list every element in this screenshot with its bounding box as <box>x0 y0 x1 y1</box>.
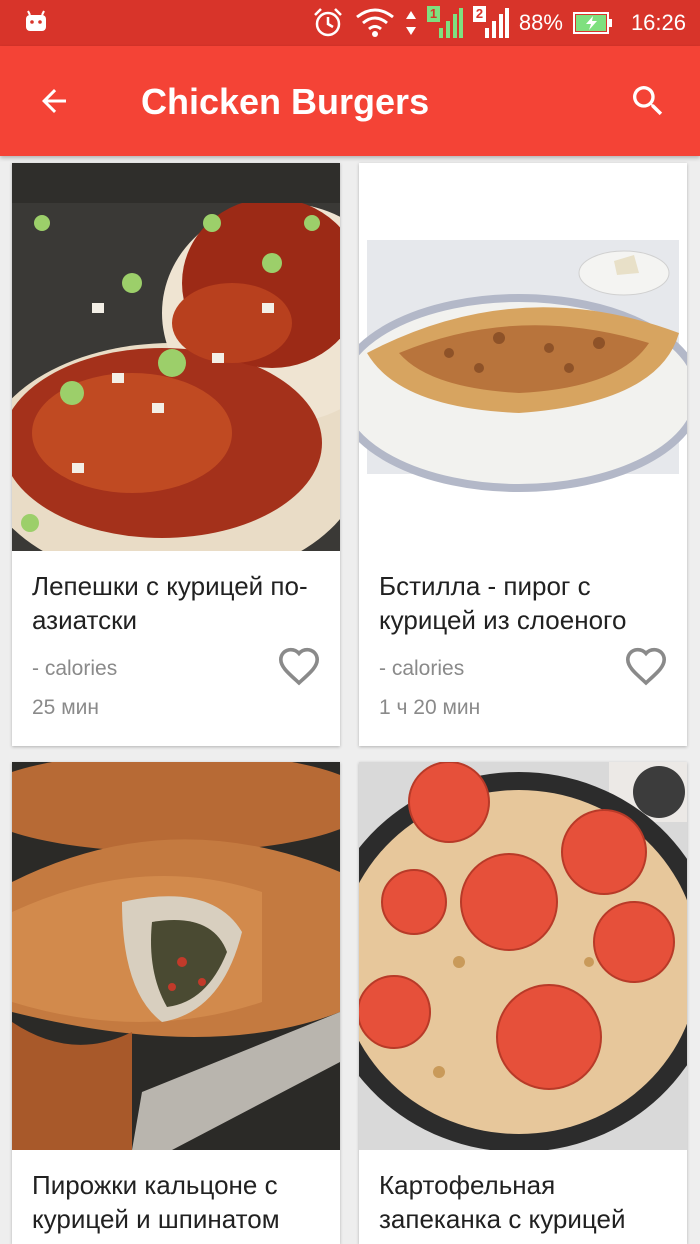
clock: 16:26 <box>630 10 686 35</box>
recipe-time: 1 ч 20 мин <box>379 696 481 719</box>
recipe-name: Пирожки кальцоне с курицей и шпинатом <box>32 1170 280 1234</box>
heart-outline-icon <box>625 647 667 686</box>
recipe-card[interactable]: Бстилла - пирог с курицей из слоеного - … <box>359 163 687 746</box>
recipe-calories: - calories <box>379 657 465 680</box>
recipe-photo <box>12 163 340 551</box>
search-icon <box>633 86 663 116</box>
arrow-back-icon <box>42 89 66 113</box>
recipe-calories: - calories <box>32 657 118 680</box>
recipe-photo <box>359 762 687 1150</box>
recipe-photo <box>359 163 687 551</box>
favorite-button[interactable] <box>621 643 671 689</box>
recipe-time: 25 мин <box>32 696 99 719</box>
android-notification-icon <box>26 10 46 31</box>
recipe-photo <box>12 762 340 1150</box>
recipe-card[interactable]: Картофельная запеканка с курицей <box>359 762 687 1244</box>
search-button[interactable] <box>620 73 676 129</box>
heart-outline-icon <box>278 647 320 686</box>
page-title: Chicken Burgers <box>141 81 430 122</box>
signal-icon <box>438 8 463 38</box>
recipe-card[interactable]: Лепешки с курицей по-азиатски - calories… <box>12 163 340 746</box>
sim1-signal: 1 <box>426 6 463 40</box>
alarm-icon <box>314 8 342 37</box>
recipe-card[interactable]: Пирожки кальцоне с курицей и шпинатом <box>12 762 340 1244</box>
recipe-name: Бстилла - пирог с курицей из слоеного <box>379 571 627 635</box>
sim2-signal: 2 <box>472 6 509 40</box>
recipe-name: Картофельная запеканка с курицей <box>379 1170 626 1234</box>
wifi-icon <box>355 8 394 37</box>
back-button[interactable] <box>26 73 82 129</box>
recipe-name: Лепешки с курицей по-азиатски <box>32 571 308 635</box>
app-toolbar: Chicken Burgers <box>0 46 700 156</box>
favorite-button[interactable] <box>274 643 324 689</box>
data-arrows-icon <box>405 11 416 35</box>
status-bar: 1 2 88% 16:26 <box>0 0 700 46</box>
signal-icon <box>484 8 509 38</box>
battery-percent: 88% <box>518 10 563 35</box>
battery-charging-icon <box>572 12 612 34</box>
